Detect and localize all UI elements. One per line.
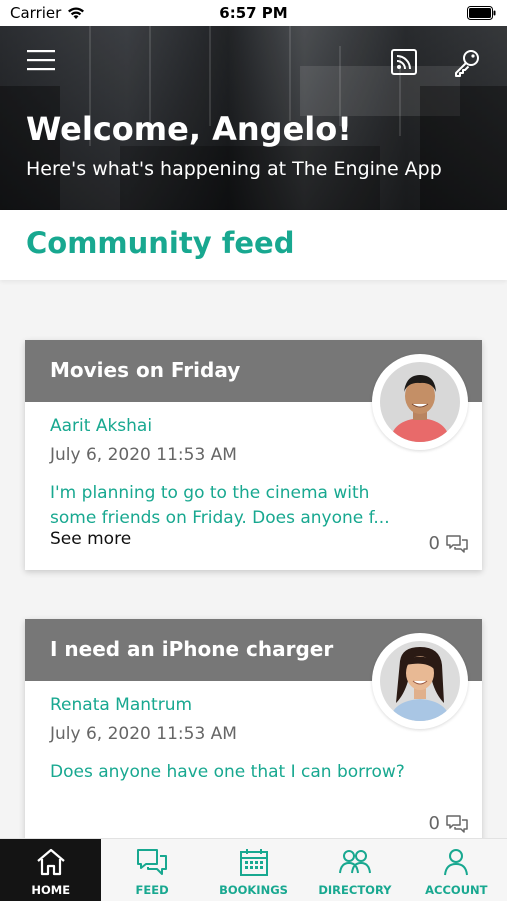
comments-icon [446,814,468,833]
post-date: July 6, 2020 11:53 AM [50,445,237,465]
feed-post-card[interactable]: I need an iPhone charger Renata Mantrum … [25,619,482,849]
see-more-link[interactable]: See more [50,529,131,549]
hero-header: Welcome, Angelo! Here's what's happening… [0,26,507,210]
access-key-button[interactable] [452,48,482,78]
comment-count-value: 0 [428,813,440,834]
welcome-subtitle: Here's what's happening at The Engine Ap… [26,158,442,180]
tab-account[interactable]: ACCOUNT [406,839,507,901]
comment-count[interactable]: 0 [429,533,468,554]
chat-bubbles-icon [137,849,168,875]
person-icon [444,849,469,876]
avatar[interactable] [372,354,468,450]
user-avatar-image [380,362,460,442]
people-icon [338,850,371,874]
page-title: Community feed [26,226,295,260]
post-body: Does anyone have one that I can borrow? [50,762,405,782]
comment-count[interactable]: 0 [429,813,468,834]
post-author[interactable]: Aarit Akshai [50,416,152,436]
menu-button[interactable] [26,46,56,74]
tab-bookings-label: BOOKINGS [219,883,288,897]
status-bar: Carrier 6:57 PM [0,0,507,26]
post-body: I'm planning to go to the cinema with so… [50,483,390,528]
user-avatar-image [380,641,460,721]
feed-subscribe-button[interactable] [390,48,418,76]
key-icon [455,50,479,77]
welcome-title: Welcome, Angelo! [26,110,352,148]
feed-post-card[interactable]: Movies on Friday Aarit Akshai July 6, 20… [25,340,482,570]
status-time: 6:57 PM [219,4,288,22]
comments-icon [446,534,468,553]
feed-header: Community feed [0,210,507,280]
battery-icon [467,6,497,24]
comment-count-value: 0 [428,533,440,554]
calendar-icon [239,849,268,876]
tab-account-label: ACCOUNT [425,883,488,897]
tab-bookings[interactable]: BOOKINGS [203,839,304,901]
post-title: Movies on Friday [50,358,241,382]
rss-feed-icon [391,49,417,75]
tab-home-label: HOME [31,883,71,897]
tab-directory[interactable]: DIRECTORY [304,839,405,901]
tab-feed-label: FEED [135,883,169,897]
post-author[interactable]: Renata Mantrum [50,695,192,715]
post-date: July 6, 2020 11:53 AM [50,724,237,744]
tab-directory-label: DIRECTORY [318,883,392,897]
bottom-tab-bar: HOME FEED BOOKINGS DIRECTORY ACCOUNT [0,838,507,901]
avatar[interactable] [372,633,468,729]
hamburger-menu-icon [27,50,55,71]
tab-feed[interactable]: FEED [101,839,202,901]
home-icon [36,848,65,876]
post-title: I need an iPhone charger [50,637,334,661]
tab-home[interactable]: HOME [0,839,102,901]
